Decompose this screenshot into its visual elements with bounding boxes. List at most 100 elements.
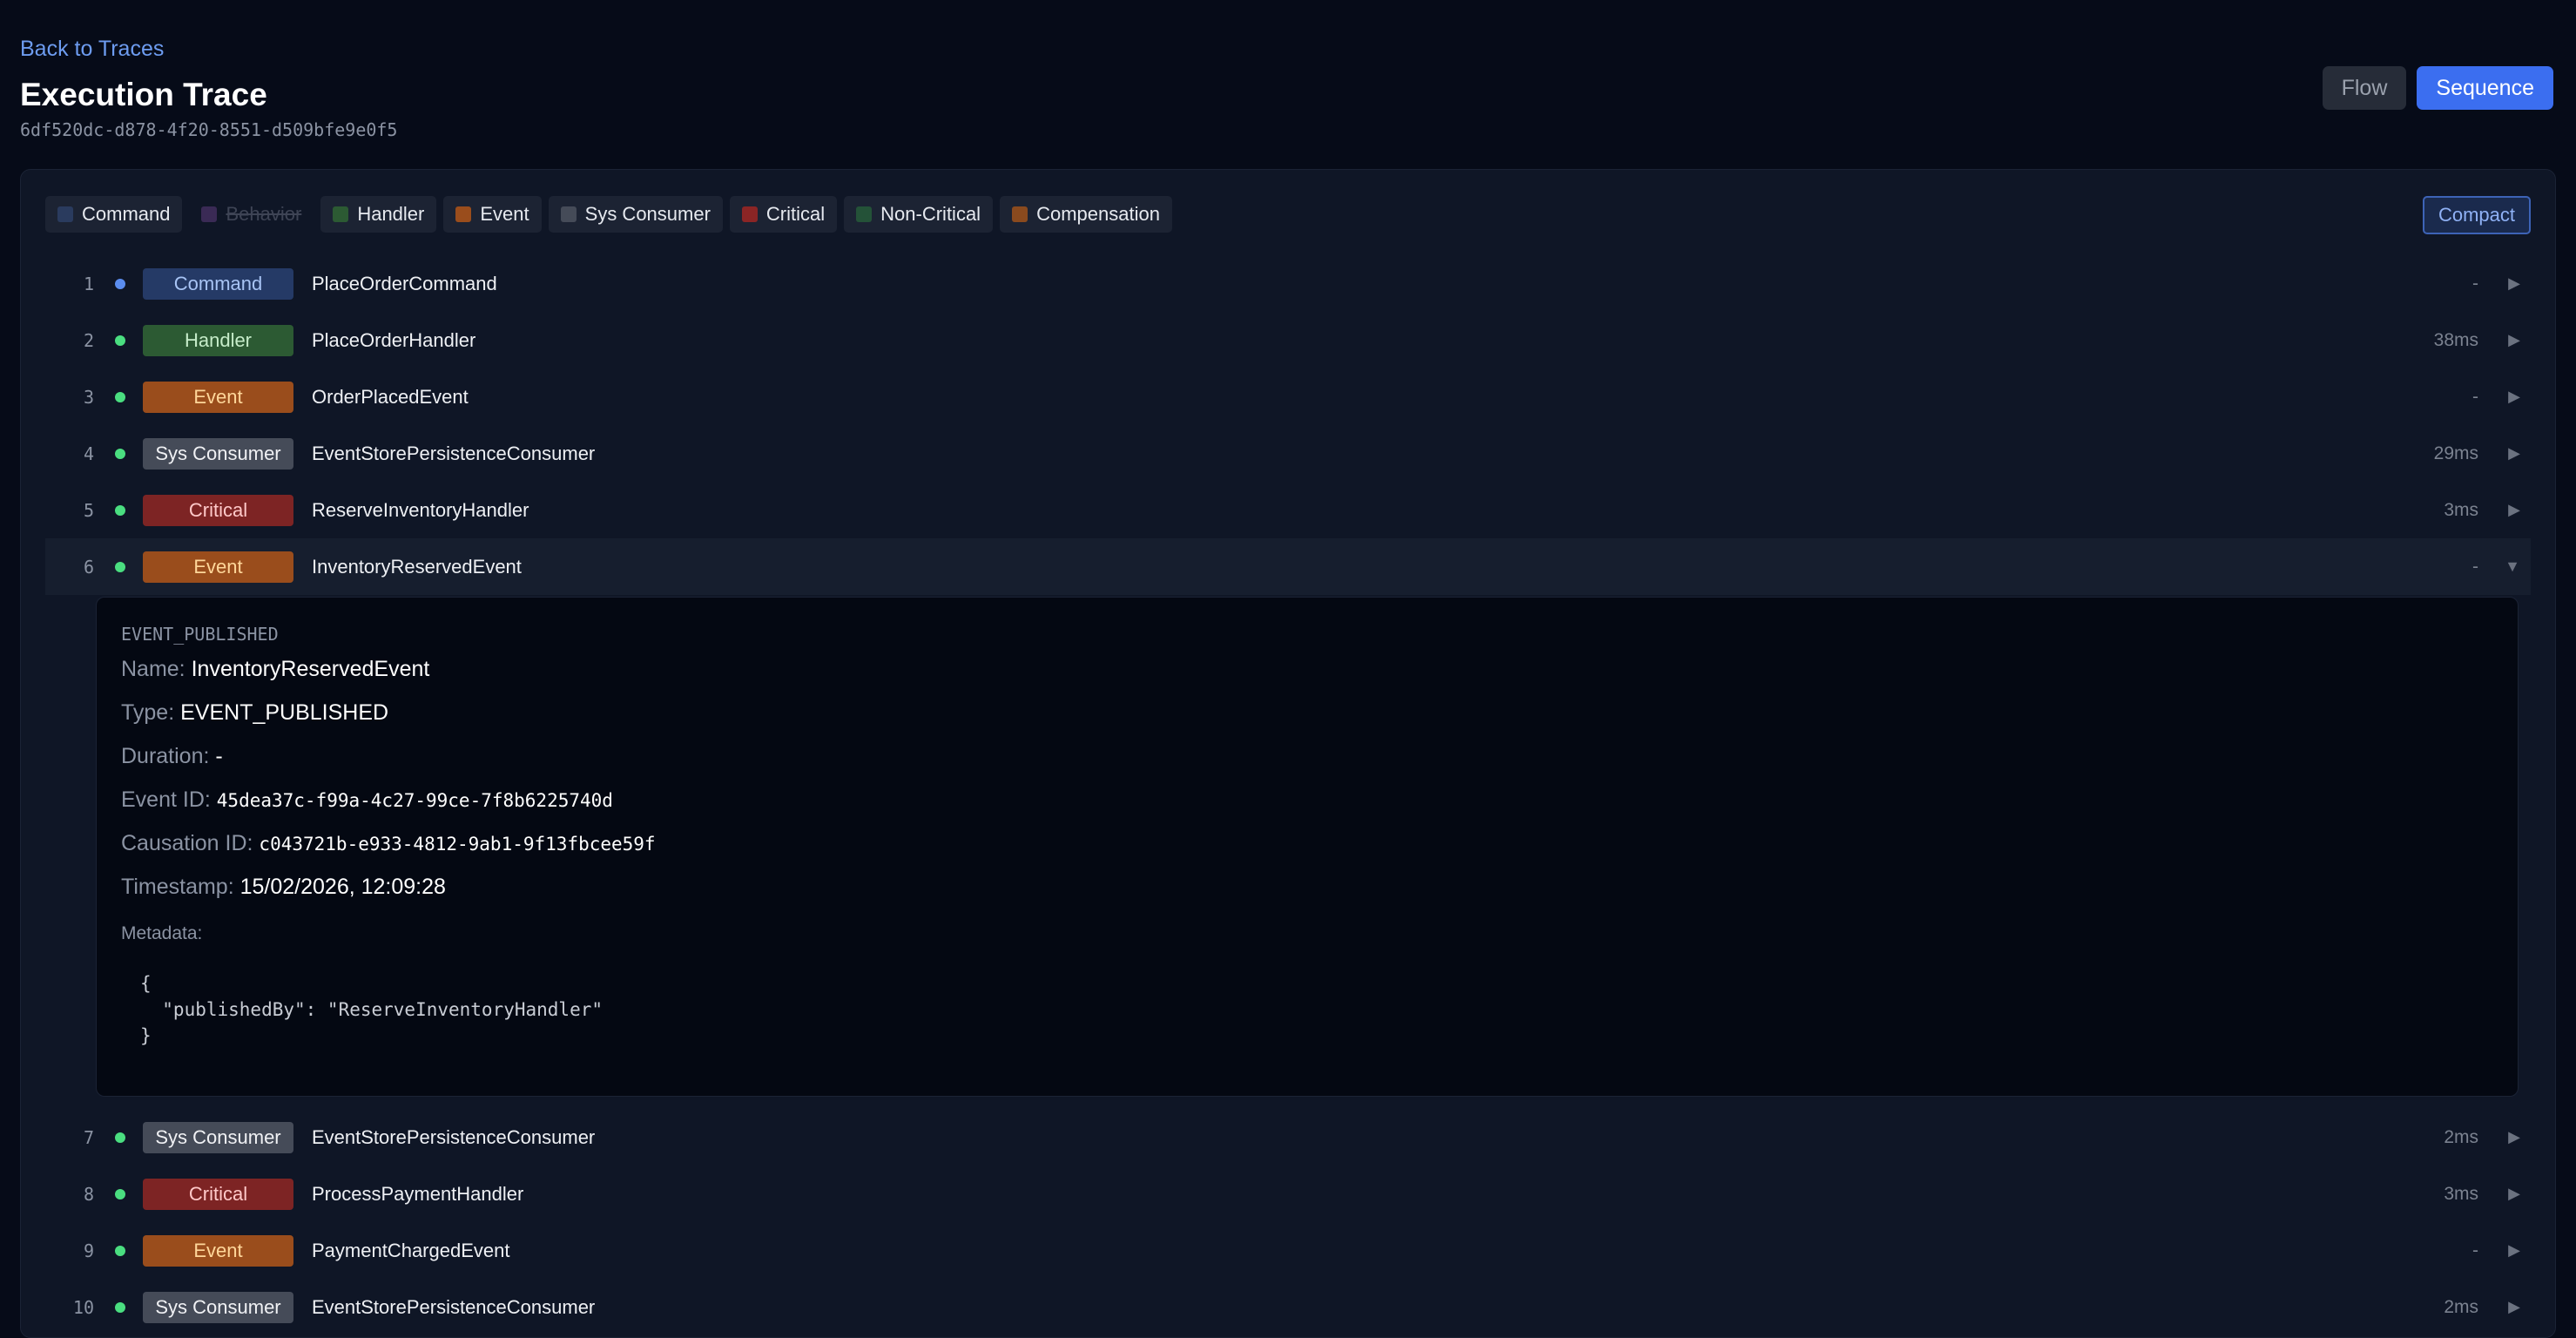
status-dot-icon bbox=[115, 1188, 125, 1199]
legend-swatch bbox=[1012, 206, 1028, 222]
expand-icon[interactable]: ▶ bbox=[2508, 501, 2520, 519]
step-row[interactable]: 6 Event InventoryReservedEvent - ▼ bbox=[45, 538, 2531, 595]
step-type-badge: Handler bbox=[143, 324, 293, 356]
detail-type-label: Type: bbox=[121, 700, 175, 725]
step-name: ReserveInventoryHandler bbox=[312, 498, 529, 521]
step-name: InventoryReservedEvent bbox=[312, 555, 522, 578]
step-number: 2 bbox=[83, 329, 94, 351]
detail-event-id-value: 45dea37c-f99a-4c27-99ce-7f8b6225740d bbox=[216, 790, 613, 811]
legend-item-compensation[interactable]: Compensation bbox=[1000, 196, 1172, 233]
step-number: 6 bbox=[83, 556, 94, 578]
detail-name-label: Name: bbox=[121, 657, 185, 681]
detail-duration: Duration: - bbox=[121, 744, 223, 769]
legend: Command Behavior Handler Event Sys Consumer C… bbox=[45, 196, 1172, 233]
step-type-badge: Event bbox=[143, 551, 293, 583]
step-name: OrderPlacedEvent bbox=[312, 385, 469, 408]
step-number: 4 bbox=[83, 443, 94, 464]
expand-icon[interactable]: ▶ bbox=[2508, 1298, 2520, 1316]
legend-item-critical[interactable]: Critical bbox=[729, 196, 838, 233]
step-type-badge: Critical bbox=[143, 494, 293, 526]
legend-item-event[interactable]: Event bbox=[443, 196, 542, 233]
step-duration: - bbox=[2472, 1240, 2478, 1260]
legend-label: Behavior bbox=[226, 203, 302, 225]
legend-label: Command bbox=[82, 203, 171, 225]
legend-label: Event bbox=[480, 203, 529, 225]
detail-causation-id-value: c043721b-e933-4812-9ab1-9f13fbcee59f bbox=[259, 834, 656, 855]
status-dot-icon bbox=[115, 1132, 125, 1143]
detail-metadata-label: Metadata: bbox=[121, 923, 203, 943]
status-dot-icon bbox=[115, 391, 125, 402]
step-name: EventStorePersistenceConsumer bbox=[312, 1295, 596, 1318]
detail-kind: EVENT_PUBLISHED bbox=[121, 624, 279, 645]
expand-icon[interactable]: ▶ bbox=[2508, 1128, 2520, 1146]
step-row[interactable]: 5 Critical ReserveInventoryHandler 3ms ▶ bbox=[45, 482, 2531, 538]
legend-swatch bbox=[57, 206, 73, 222]
legend-item-behavior[interactable]: Behavior bbox=[189, 196, 314, 233]
flow-view-button[interactable]: Flow bbox=[2322, 66, 2407, 110]
expand-icon[interactable]: ▶ bbox=[2508, 1185, 2520, 1203]
step-type-badge: Sys Consumer bbox=[143, 437, 293, 470]
detail-timestamp: Timestamp: 15/02/2026, 12:09:28 bbox=[121, 875, 446, 900]
collapse-icon[interactable]: ▼ bbox=[2505, 558, 2520, 576]
step-number: 9 bbox=[83, 1240, 94, 1261]
detail-causation-id-label: Causation ID: bbox=[121, 831, 253, 855]
step-duration: - bbox=[2472, 386, 2478, 407]
expand-icon[interactable]: ▶ bbox=[2508, 388, 2520, 406]
status-dot-icon bbox=[115, 504, 125, 516]
step-row[interactable]: 9 Event PaymentChargedEvent - ▶ bbox=[45, 1222, 2531, 1279]
step-name: PlaceOrderHandler bbox=[312, 328, 476, 351]
step-number: 7 bbox=[83, 1126, 94, 1148]
legend-label: Non-Critical bbox=[880, 203, 981, 225]
status-dot-icon bbox=[115, 278, 125, 289]
legend-item-sys-consumer[interactable]: Sys Consumer bbox=[548, 196, 723, 233]
step-duration: 2ms bbox=[2444, 1126, 2478, 1147]
step-row[interactable]: 3 Event OrderPlacedEvent - ▶ bbox=[45, 368, 2531, 425]
sequence-view-button[interactable]: Sequence bbox=[2417, 66, 2553, 110]
detail-timestamp-value: 15/02/2026, 12:09:28 bbox=[239, 875, 446, 899]
step-duration: 3ms bbox=[2444, 1183, 2478, 1204]
step-duration: - bbox=[2472, 556, 2478, 577]
step-duration: 29ms bbox=[2433, 443, 2478, 463]
detail-duration-label: Duration: bbox=[121, 744, 210, 768]
legend-swatch bbox=[560, 206, 577, 222]
step-number: 3 bbox=[83, 386, 94, 408]
step-name: ProcessPaymentHandler bbox=[312, 1182, 524, 1205]
status-dot-icon bbox=[115, 1245, 125, 1256]
step-row[interactable]: 10 Sys Consumer EventStorePersistenceConsu… bbox=[45, 1279, 2531, 1335]
compact-toggle-button[interactable]: Compact bbox=[2422, 196, 2531, 234]
step-row[interactable]: 8 Critical ProcessPaymentHandler 3ms ▶ bbox=[45, 1166, 2531, 1222]
detail-causation-id: Causation ID: c043721b-e933-4812-9ab1-9f… bbox=[121, 831, 656, 856]
expand-icon[interactable]: ▶ bbox=[2508, 1241, 2520, 1260]
status-dot-icon bbox=[115, 334, 125, 346]
expand-icon[interactable]: ▶ bbox=[2508, 331, 2520, 349]
step-row[interactable]: 2 Handler PlaceOrderHandler 38ms ▶ bbox=[45, 312, 2531, 368]
step-type-badge: Sys Consumer bbox=[143, 1291, 293, 1323]
step-number: 1 bbox=[83, 273, 94, 294]
status-dot-icon bbox=[115, 1301, 125, 1313]
step-duration: 3ms bbox=[2444, 499, 2478, 520]
back-to-traces-link[interactable]: Back to Traces bbox=[20, 37, 164, 62]
step-name: EventStorePersistenceConsumer bbox=[312, 1125, 596, 1148]
step-type-badge: Event bbox=[143, 1234, 293, 1267]
step-row[interactable]: 4 Sys Consumer EventStorePersistenceConsum… bbox=[45, 425, 2531, 482]
step-row[interactable]: 1 Command PlaceOrderCommand - ▶ bbox=[45, 255, 2531, 312]
status-dot-icon bbox=[115, 561, 125, 572]
legend-swatch bbox=[741, 206, 758, 222]
step-row[interactable]: 7 Sys Consumer EventStorePersistenceConsum… bbox=[45, 1109, 2531, 1166]
step-list: 1 Command PlaceOrderCommand - ▶ 2 Handler Place… bbox=[45, 255, 2531, 1335]
detail-timestamp-label: Timestamp: bbox=[121, 875, 234, 899]
legend-swatch bbox=[201, 206, 218, 222]
legend-swatch bbox=[333, 206, 349, 222]
legend-label: Critical bbox=[765, 203, 826, 225]
step-number: 8 bbox=[83, 1183, 94, 1205]
legend-item-command[interactable]: Command bbox=[45, 196, 183, 233]
detail-name: Name: InventoryReservedEvent bbox=[121, 657, 429, 682]
legend-item-handler[interactable]: Handler bbox=[320, 196, 437, 233]
step-type-badge: Event bbox=[143, 381, 293, 413]
detail-type-value: EVENT_PUBLISHED bbox=[180, 700, 389, 725]
legend-item-non-critical[interactable]: Non-Critical bbox=[844, 196, 994, 233]
expand-icon[interactable]: ▶ bbox=[2508, 444, 2520, 463]
detail-name-value: InventoryReservedEvent bbox=[191, 657, 430, 681]
expand-icon[interactable]: ▶ bbox=[2508, 274, 2520, 293]
trace-id: 6df520dc-d878-4f20-8551-d509bfe9e0f5 bbox=[20, 119, 398, 140]
